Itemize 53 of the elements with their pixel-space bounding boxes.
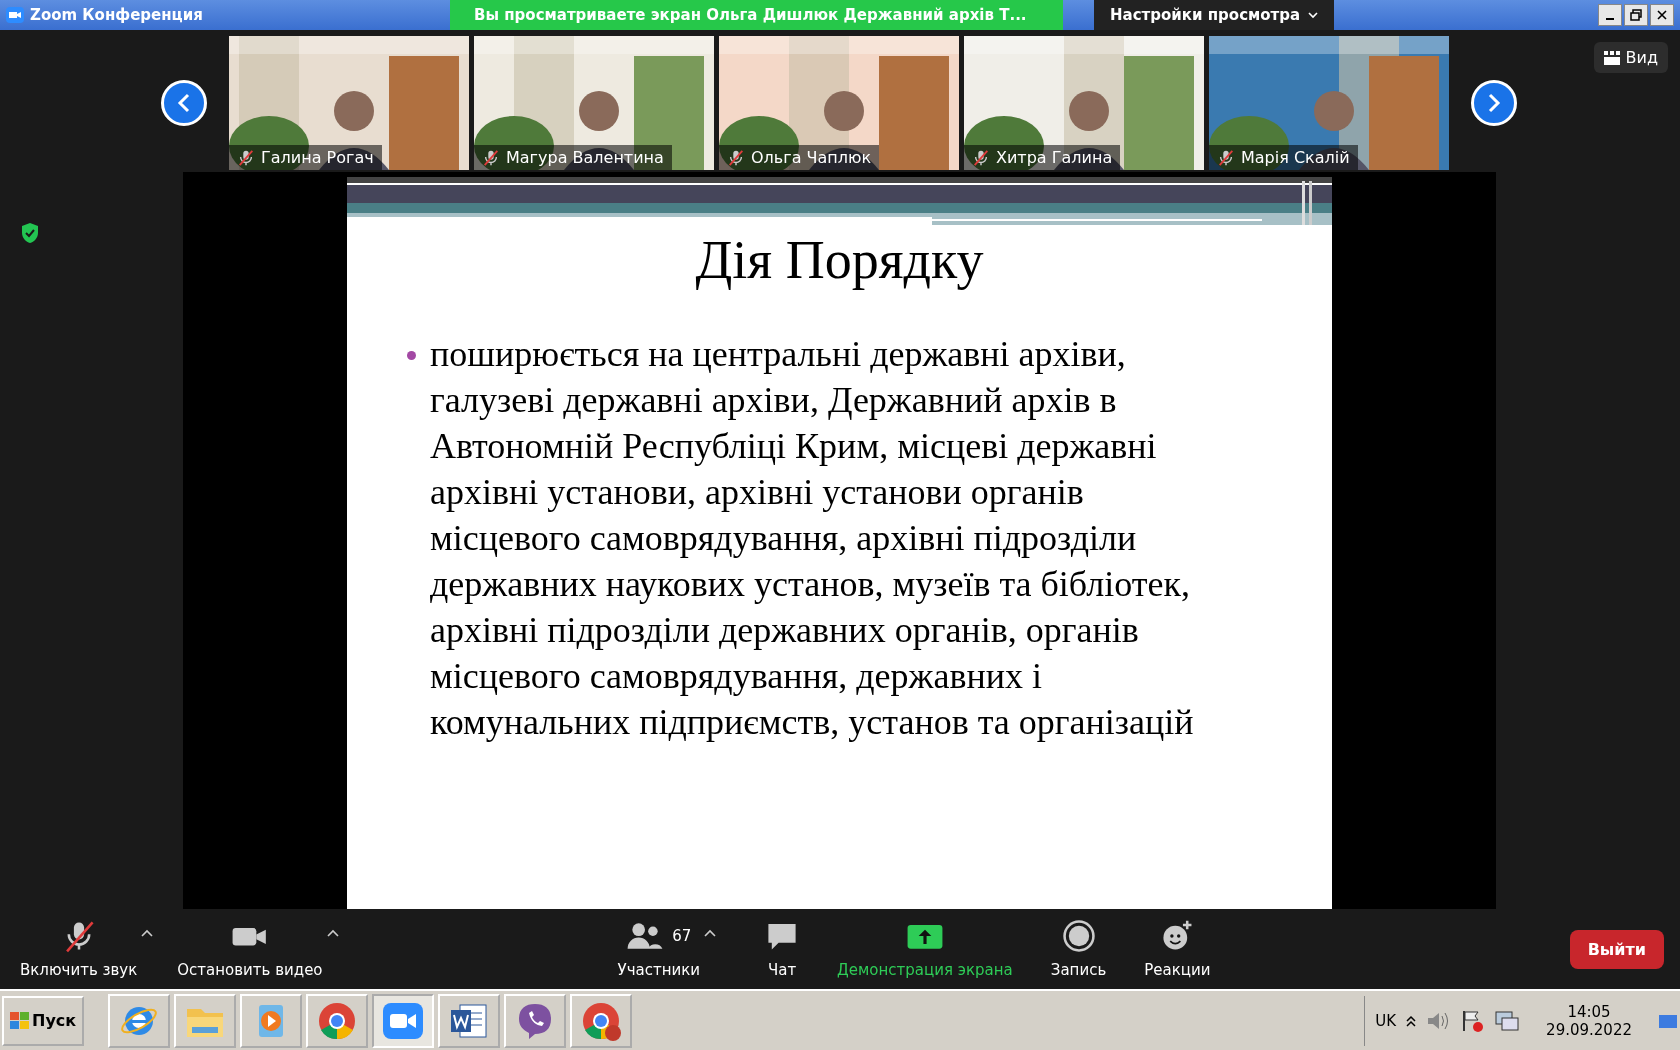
bullet-text: поширюється на центральні державні архіви, галузеві державні архіви, Державний архів в Автономній Республіці Крим, місцеві державні архівні установи, архівні установи органів місцевого самоврядування, архівні підрозділи державних наукових установ, музеїв та бібліотек, архівні підрозділи державних органів, органів місцевого самоврядування, державних і комунальних підприємств, установ та організацій (430, 333, 1195, 744)
restore-button[interactable] (1624, 4, 1648, 26)
video-button[interactable]: Остановить видео (173, 919, 327, 979)
windows-flag-icon (10, 1011, 30, 1030)
grid-icon (1603, 50, 1620, 65)
close-icon (1657, 10, 1667, 20)
window-title: Zoom Конференция (30, 6, 204, 24)
slide-title: Дія Порядку (694, 229, 985, 291)
shield-check-icon (20, 222, 40, 244)
video-camera-app-icon (6, 7, 24, 23)
caret-up-icon[interactable] (141, 929, 154, 937)
participant-name: Магура Валентина (506, 148, 664, 167)
previous-page-button[interactable] (161, 80, 207, 126)
flag-warning-icon[interactable] (1460, 1008, 1485, 1033)
taskbar-app-button[interactable] (372, 993, 435, 1048)
participant-name: Марія Скалій (1241, 148, 1350, 167)
clock[interactable]: 14:05 29.09.2022 (1546, 1002, 1632, 1039)
chat-button[interactable]: Чат (761, 919, 804, 979)
start-button[interactable]: Пуск (2, 995, 85, 1046)
caret-up-icon[interactable] (704, 929, 717, 937)
taskbar-app-button[interactable] (306, 993, 369, 1048)
view-settings-button[interactable]: Настройки просмотра (1094, 0, 1335, 30)
record-icon (1061, 919, 1096, 953)
view-button[interactable]: Вид (1593, 42, 1668, 73)
participant-count: 67 (672, 927, 692, 945)
close-button[interactable] (1650, 4, 1674, 26)
participant-name: Хитра Галина (996, 148, 1113, 167)
participants-button[interactable]: 67 Участники (613, 919, 705, 979)
video-camera-app-icon (381, 1000, 426, 1041)
taskbar-app-button[interactable] (108, 993, 171, 1048)
share-button[interactable]: Демонстрация экрана (833, 919, 1017, 979)
record-button[interactable]: Запись (1046, 919, 1111, 979)
participant-name: Галина Рогач (261, 148, 374, 167)
taskbar-app-button[interactable] (438, 993, 501, 1048)
chevron-up-icon[interactable] (1406, 1014, 1417, 1027)
bullet-dot-icon (407, 351, 416, 360)
network-computer-icon[interactable] (1494, 1008, 1521, 1033)
chevron-down-icon (1308, 11, 1319, 19)
taskbar-app-button[interactable] (504, 993, 567, 1048)
participant-name: Ольга Чаплюк (751, 148, 872, 167)
minimize-button[interactable] (1598, 4, 1622, 26)
taskbar-app-button[interactable] (570, 993, 633, 1048)
next-page-button[interactable] (1471, 80, 1517, 126)
restore-icon (1630, 9, 1642, 21)
chevron-left-icon (177, 93, 191, 113)
reactions-button[interactable]: Реакции (1140, 919, 1215, 979)
language-indicator[interactable]: UK (1375, 1011, 1397, 1030)
mic-button[interactable]: Включить звук (16, 919, 142, 979)
chevron-right-icon (1487, 93, 1501, 113)
caret-up-icon[interactable] (326, 929, 339, 937)
screen-share-banner: Вы просматриваете экран Ольга Дишлюк Державний архів Т... (450, 0, 1063, 30)
leave-button[interactable]: Выйти (1569, 929, 1664, 969)
minimize-icon (1606, 18, 1614, 20)
